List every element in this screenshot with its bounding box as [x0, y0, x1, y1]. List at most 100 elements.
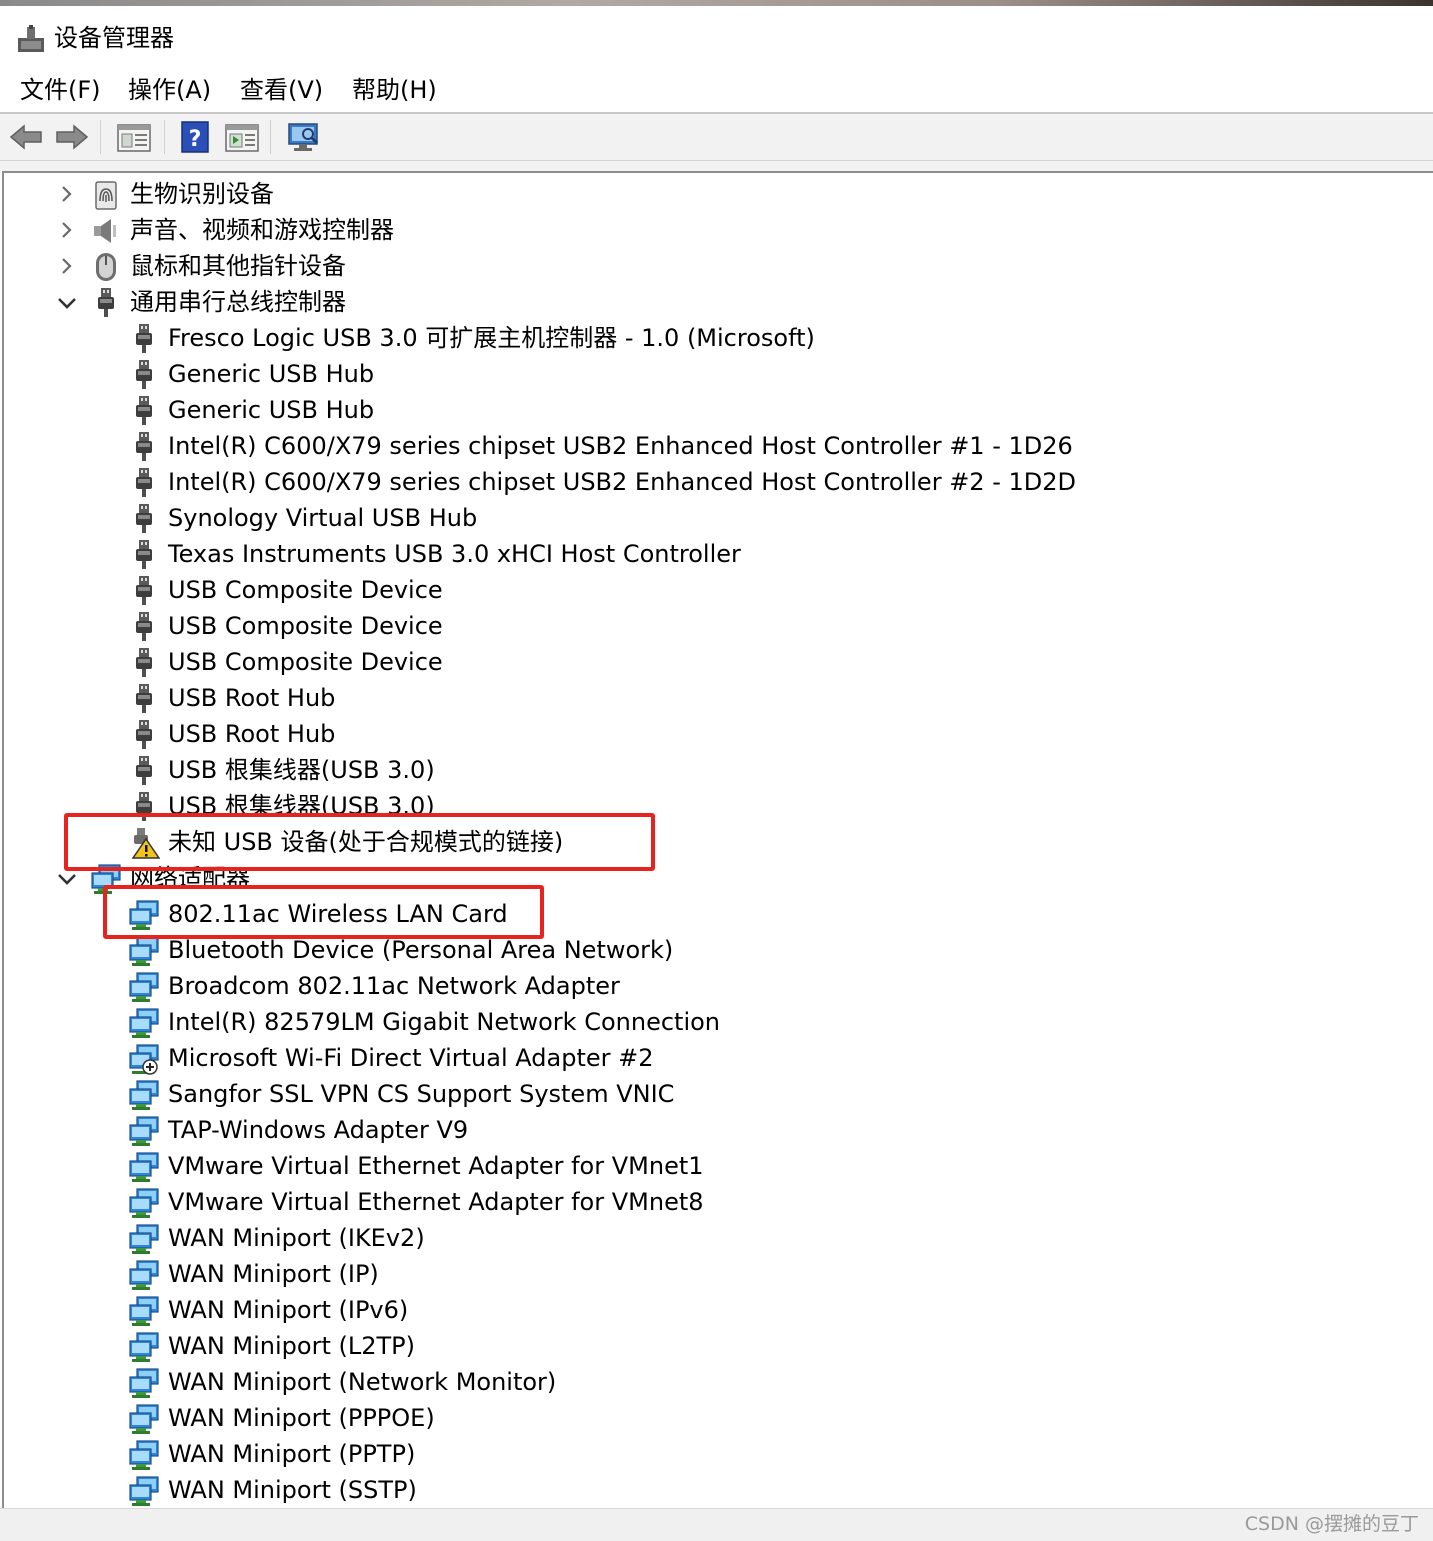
tree-category[interactable]: 通用串行总线控制器 — [4, 284, 1404, 320]
action-pane-icon — [225, 124, 259, 152]
tree-device[interactable]: Texas Instruments USB 3.0 xHCI Host Cont… — [4, 536, 1404, 572]
tree-category[interactable]: 声音、视频和游戏控制器 — [4, 212, 1404, 248]
tree-category[interactable]: 鼠标和其他指针设备 — [4, 248, 1404, 284]
back-button[interactable] — [8, 120, 44, 154]
tree-device[interactable]: USB Composite Device — [4, 572, 1404, 608]
tree-device[interactable]: WAN Miniport (IP) — [4, 1256, 1404, 1292]
tree-item-label: Texas Instruments USB 3.0 xHCI Host Cont… — [168, 540, 741, 568]
tree-device[interactable]: Broadcom 802.11ac Network Adapter — [4, 968, 1404, 1004]
network-adapter-icon — [128, 1079, 160, 1111]
tree-device[interactable]: USB Root Hub — [4, 680, 1404, 716]
menu-file[interactable]: 文件(F) — [20, 74, 101, 106]
help-icon: ? — [181, 121, 209, 153]
network-adapter-icon — [128, 1367, 160, 1399]
usb-plug-icon — [128, 359, 160, 391]
tree-item-label: 未知 USB 设备(处于合规模式的链接) — [168, 828, 564, 856]
device-manager-icon — [18, 25, 44, 52]
tree-device[interactable]: USB 根集线器(USB 3.0) — [4, 752, 1404, 788]
tree-device[interactable]: TAP-Windows Adapter V9 — [4, 1112, 1404, 1148]
network-adapter-icon — [90, 863, 122, 895]
svg-text:?: ? — [189, 127, 202, 152]
network-adapter-icon — [128, 899, 160, 931]
tree-device[interactable]: WAN Miniport (PPTP) — [4, 1436, 1404, 1472]
usb-plug-icon — [128, 539, 160, 571]
tree-item-label: USB Composite Device — [168, 648, 443, 676]
tree-item-label: WAN Miniport (IP) — [168, 1260, 379, 1288]
tree-category[interactable]: 网络适配器 — [4, 860, 1404, 896]
tree-item-label: WAN Miniport (IPv6) — [168, 1296, 409, 1324]
expand-chevron-icon[interactable] — [56, 217, 78, 243]
usb-plug-icon — [128, 503, 160, 535]
tree-item-label: 鼠标和其他指针设备 — [130, 252, 346, 280]
network-adapter-icon — [128, 1151, 160, 1183]
network-adapter-icon — [128, 1475, 160, 1507]
tree-device[interactable]: WAN Miniport (L2TP) — [4, 1328, 1404, 1364]
collapse-chevron-icon[interactable] — [56, 289, 78, 315]
usb-plug-icon — [90, 287, 122, 319]
console-tree-icon — [117, 124, 151, 152]
tree-item-label: 802.11ac Wireless LAN Card — [168, 900, 508, 928]
network-adapter-icon — [128, 935, 160, 967]
tree-device[interactable]: Intel(R) 82579LM Gigabit Network Connect… — [4, 1004, 1404, 1040]
tree-item-label: 网络适配器 — [130, 864, 250, 892]
usb-plug-icon — [128, 467, 160, 499]
tree-item-label: Broadcom 802.11ac Network Adapter — [168, 972, 620, 1000]
device-tree[interactable]: 生物识别设备 声音、视频和游戏控制器鼠标和其他指针设备 通用串行总线控制器 Fresc… — [2, 171, 1433, 1510]
tree-device[interactable]: USB Composite Device — [4, 644, 1404, 680]
tree-item-label: WAN Miniport (PPPOE) — [168, 1404, 435, 1432]
tree-device[interactable]: USB Root Hub — [4, 716, 1404, 752]
usb-plug-icon — [128, 683, 160, 715]
tree-device[interactable]: WAN Miniport (IPv6) — [4, 1292, 1404, 1328]
show-hide-console-tree-button[interactable] — [116, 120, 152, 154]
tree-device[interactable]: Intel(R) C600/X79 series chipset USB2 En… — [4, 428, 1404, 464]
tree-device[interactable]: Synology Virtual USB Hub — [4, 500, 1404, 536]
tree-device[interactable]: VMware Virtual Ethernet Adapter for VMne… — [4, 1184, 1404, 1220]
tree-item-label: Intel(R) C600/X79 series chipset USB2 En… — [168, 468, 1076, 496]
tree-device[interactable]: Intel(R) C600/X79 series chipset USB2 En… — [4, 464, 1404, 500]
usb-plug-icon — [128, 431, 160, 463]
monitor-scan-icon — [288, 123, 319, 151]
tree-item-label: Sangfor SSL VPN CS Support System VNIC — [168, 1080, 675, 1108]
tree-device[interactable]: Microsoft Wi-Fi Direct Virtual Adapter #… — [4, 1040, 1404, 1076]
usb-warning-icon — [128, 827, 161, 859]
menu-action[interactable]: 操作(A) — [128, 74, 211, 106]
usb-plug-icon — [128, 611, 160, 643]
tree-category[interactable]: 生物识别设备 — [4, 176, 1404, 212]
usb-plug-icon — [128, 575, 160, 607]
menu-help[interactable]: 帮助(H) — [352, 74, 437, 106]
title-bar[interactable]: 设备管理器 — [0, 6, 1433, 64]
collapse-chevron-icon[interactable] — [56, 865, 78, 891]
tree-item-label: Microsoft Wi-Fi Direct Virtual Adapter #… — [168, 1044, 654, 1072]
show-action-pane-button[interactable] — [224, 120, 260, 154]
tree-device[interactable]: Fresco Logic USB 3.0 可扩展主机控制器 - 1.0 (Mic… — [4, 320, 1404, 356]
tree-device[interactable]: WAN Miniport (IKEv2) — [4, 1220, 1404, 1256]
tree-item-label: 通用串行总线控制器 — [130, 288, 346, 316]
tree-device[interactable]: Sangfor SSL VPN CS Support System VNIC — [4, 1076, 1404, 1112]
tree-device[interactable]: USB 根集线器(USB 3.0) — [4, 788, 1404, 824]
expand-chevron-icon[interactable] — [56, 253, 78, 279]
usb-plug-icon — [128, 755, 160, 787]
usb-plug-icon — [128, 719, 160, 751]
tree-device[interactable]: Bluetooth Device (Personal Area Network) — [4, 932, 1404, 968]
forward-button[interactable] — [54, 120, 90, 154]
tree-device[interactable]: WAN Miniport (SSTP) — [4, 1472, 1404, 1508]
watermark: CSDN @摆摊的豆丁 — [1244, 1513, 1419, 1535]
tree-device[interactable]: Generic USB Hub — [4, 356, 1404, 392]
tree-device[interactable]: 802.11ac Wireless LAN Card — [4, 896, 1404, 932]
scan-hardware-button[interactable] — [286, 120, 322, 154]
tree-item-label: WAN Miniport (PPTP) — [168, 1440, 416, 1468]
menu-view[interactable]: 查看(V) — [240, 74, 323, 106]
status-bar: CSDN @摆摊的豆丁 — [0, 1508, 1433, 1541]
tree-device[interactable]: WAN Miniport (Network Monitor) — [4, 1364, 1404, 1400]
tree-device[interactable]: Generic USB Hub — [4, 392, 1404, 428]
tree-item-label: USB 根集线器(USB 3.0) — [168, 792, 435, 820]
toolbar-separator — [270, 120, 271, 154]
tree-device[interactable]: WAN Miniport (PPPOE) — [4, 1400, 1404, 1436]
tree-device[interactable]: 未知 USB 设备(处于合规模式的链接) — [4, 824, 1404, 860]
tree-device[interactable]: USB Composite Device — [4, 608, 1404, 644]
expand-chevron-icon[interactable] — [56, 181, 78, 207]
tree-device[interactable]: VMware Virtual Ethernet Adapter for VMne… — [4, 1148, 1404, 1184]
tree-item-label: Synology Virtual USB Hub — [168, 504, 478, 532]
tree-item-label: Fresco Logic USB 3.0 可扩展主机控制器 - 1.0 (Mic… — [168, 324, 815, 352]
help-button[interactable]: ? — [178, 120, 214, 154]
